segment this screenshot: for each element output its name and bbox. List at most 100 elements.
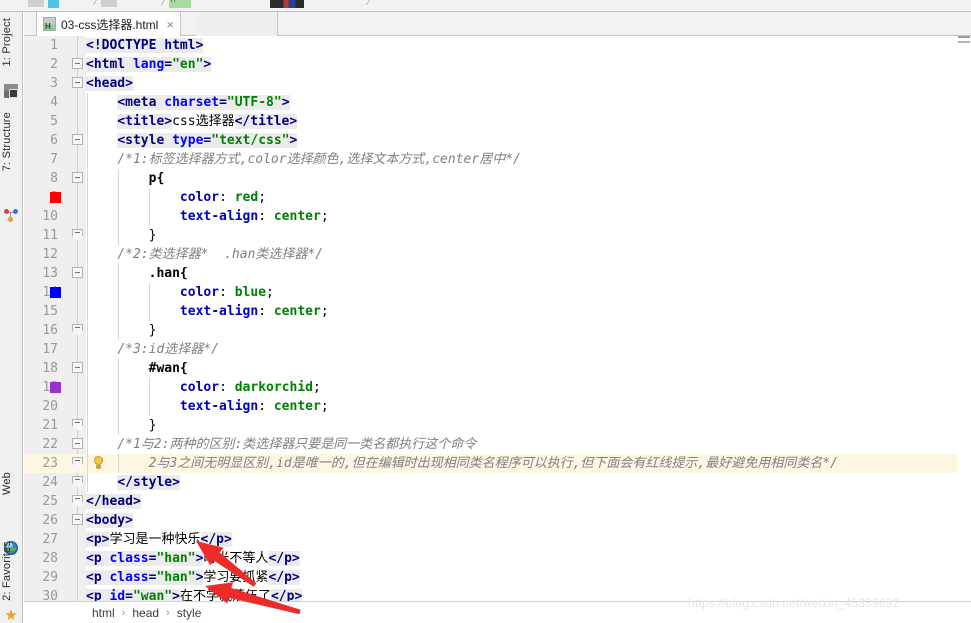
code-token: darkorchid — [234, 380, 313, 395]
indent-guide — [118, 188, 120, 207]
indent-guide — [87, 416, 88, 435]
code-token — [125, 57, 133, 72]
color-swatch[interactable] — [50, 382, 61, 393]
fold-end-icon[interactable] — [72, 416, 83, 435]
code-line[interactable]: 24 </style> — [24, 473, 971, 492]
code-line[interactable]: 3 <head> — [24, 74, 971, 93]
sidebar-item-favorites[interactable]: 2: Favorites — [1, 541, 22, 601]
line-number: 7 — [50, 152, 58, 167]
fold-collapse-icon[interactable] — [72, 511, 83, 530]
navbar-crumb-4[interactable] — [270, 0, 304, 10]
code-line[interactable]: 26 <body> — [24, 511, 971, 530]
fold-end-icon[interactable] — [72, 226, 83, 245]
code-line[interactable]: 27 <p>学习是一种快乐</p> — [24, 530, 971, 549]
code-token: = — [164, 57, 173, 72]
fold-end-icon[interactable] — [72, 473, 83, 492]
code-line[interactable]: 20 text-align: center; — [24, 397, 971, 416]
fold-collapse-icon[interactable] — [72, 359, 83, 378]
code-text: /*1与2:两种的区别:类选择器只要是同一类名都执行这个命令 — [86, 435, 476, 454]
code-line[interactable]: 11 } — [24, 226, 971, 245]
indent-guide — [87, 207, 88, 226]
sidebar-item-project[interactable]: 1: Project — [1, 18, 22, 66]
indent-guide — [87, 150, 88, 169]
code-line[interactable]: 9 color: red; — [24, 188, 971, 207]
sidebar-item-structure[interactable]: 7: Structure — [1, 112, 22, 171]
code-line[interactable]: 2 <html lang="en"> — [24, 55, 971, 74]
code-token: > — [132, 494, 141, 509]
fold-collapse-icon[interactable] — [72, 131, 83, 150]
navbar-crumb-5[interactable]: ⁄ — [368, 0, 370, 10]
code-token: > — [223, 532, 232, 547]
code-token: p — [93, 532, 102, 547]
fold-end-icon[interactable] — [72, 321, 83, 340]
code-line[interactable]: 16 } — [24, 321, 971, 340]
star-icon[interactable]: ★ — [4, 608, 18, 623]
code-token: p — [93, 551, 102, 566]
code-text: <body> — [86, 511, 133, 530]
chevron-right-icon: › — [166, 606, 170, 619]
editor-scrollbar[interactable] — [957, 36, 971, 601]
code-line[interactable]: 25 </head> — [24, 492, 971, 511]
code-token: .han{ — [148, 266, 188, 281]
code-line[interactable]: 8 p{ — [24, 169, 971, 188]
breadcrumb-item-html[interactable]: html — [92, 606, 115, 620]
code-line[interactable]: 21 } — [24, 416, 971, 435]
fold-end-icon[interactable] — [72, 492, 83, 511]
fold-collapse-icon[interactable] — [72, 55, 83, 74]
sidebar-item-web[interactable]: Web — [1, 472, 22, 495]
code-token: < — [86, 570, 94, 585]
code-text: text-align: center; — [86, 207, 329, 226]
breadcrumb-item-style[interactable]: style — [177, 606, 202, 620]
code-line[interactable]: 4 <meta charset="UTF-8"> — [24, 93, 971, 112]
code-line[interactable]: 23 2与3之间无明显区别,id是唯一的,但在编辑时出现相同类名程序可以执行,但… — [24, 454, 971, 473]
code-line[interactable]: 7 /*1:标签选择器方式,color选择颜色,选择文本方式,center居中*… — [24, 150, 971, 169]
code-text: <meta charset="UTF-8"> — [86, 93, 290, 112]
code-line[interactable]: 29 <p class="han">学习要抓紧</p> — [24, 568, 971, 587]
editor-tab-strip: 03-css选择器.html × — [24, 12, 971, 36]
fold-end-icon[interactable] — [72, 454, 83, 473]
fold-collapse-icon[interactable] — [72, 169, 83, 188]
code-line[interactable]: 22 /*1与2:两种的区别:类选择器只要是同一类名都执行这个命令 — [24, 435, 971, 454]
indent-guide — [87, 264, 88, 283]
navbar-crumb-2[interactable]: ⁄ — [95, 0, 117, 10]
code-line[interactable]: 6 <style type="text/css"> — [24, 131, 971, 150]
code-line[interactable]: 5 <title>css选择器</title> — [24, 112, 971, 131]
code-line[interactable]: 17 /*3:id选择器*/ — [24, 340, 971, 359]
fold-collapse-icon[interactable] — [72, 264, 83, 283]
close-icon[interactable]: × — [166, 17, 174, 32]
code-line[interactable]: 10 text-align: center; — [24, 207, 971, 226]
code-text: <!DOCTYPE html> — [86, 36, 204, 55]
code-token: "han" — [156, 551, 196, 566]
line-number: 8 — [50, 171, 58, 186]
code-line[interactable]: 14 color: blue; — [24, 283, 971, 302]
editor-tab[interactable]: 03-css选择器.html × — [36, 12, 181, 36]
fold-collapse-icon[interactable] — [72, 74, 83, 93]
scrollbar-thumb[interactable] — [958, 36, 970, 38]
color-swatch[interactable] — [50, 192, 61, 203]
code-line[interactable]: 18 #wan{ — [24, 359, 971, 378]
fold-collapse-icon[interactable] — [72, 435, 83, 454]
indent-guide — [87, 473, 88, 492]
indent-guide — [87, 188, 88, 207]
code-line[interactable]: 13 .han{ — [24, 264, 971, 283]
code-token: : — [219, 285, 235, 300]
code-token: body — [93, 513, 126, 528]
indent-guide — [87, 283, 88, 302]
html-file-icon — [168, 0, 191, 8]
code-text: p{ — [86, 169, 165, 188]
code-text: 2与3之间无明显区别,id是唯一的,但在编辑时出现相同类名程序可以执行,但下面会… — [86, 454, 838, 473]
code-token: /*3:id选择器*/ — [117, 342, 219, 357]
project-icon[interactable] — [4, 84, 18, 98]
color-swatch[interactable] — [50, 287, 61, 298]
code-line[interactable]: 28 <p class="han">时光不等人</p> — [24, 549, 971, 568]
navbar-crumb-3[interactable]: ⁄ — [163, 0, 191, 10]
line-number: 27 — [42, 532, 58, 547]
structure-icon[interactable] — [4, 208, 18, 222]
code-line[interactable]: 1 <!DOCTYPE html> — [24, 36, 971, 55]
code-line[interactable]: 19 color: darkorchid; — [24, 378, 971, 397]
breadcrumb-item-head[interactable]: head — [132, 606, 159, 620]
navbar-crumb-1[interactable] — [28, 0, 59, 10]
code-line[interactable]: 15 text-align: center; — [24, 302, 971, 321]
code-line[interactable]: 12 /*2:类选择器* .han类选择器*/ — [24, 245, 971, 264]
code-editor[interactable]: 1 <!DOCTYPE html> 2 <html lang="en"> 3 <head>… — [24, 36, 971, 601]
